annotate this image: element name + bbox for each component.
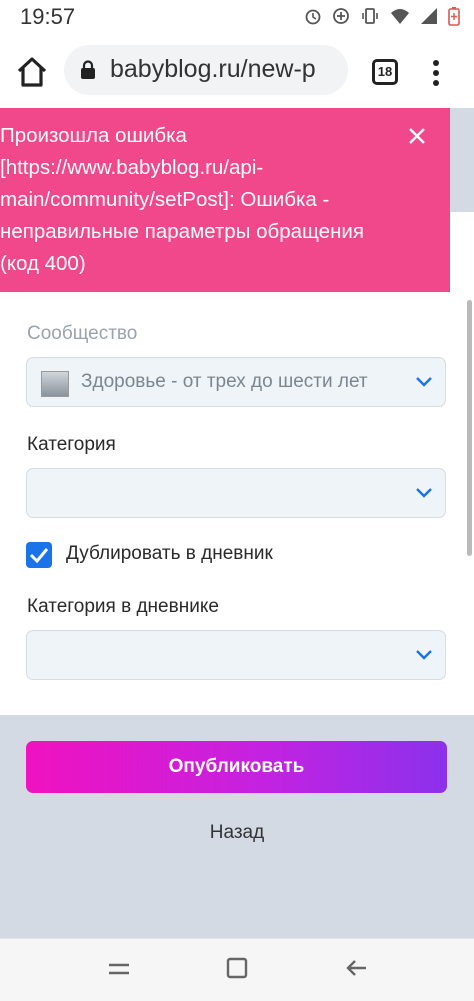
chevron-down-icon (416, 488, 432, 498)
diary-category-label: Категория в дневнике (27, 596, 219, 617)
home-icon (17, 57, 47, 87)
scrollbar-thumb[interactable] (467, 300, 472, 556)
publish-button[interactable]: Опубликовать (26, 741, 447, 793)
battery-icon (448, 7, 460, 26)
error-toast: Произошла ошибка [https://www.babyblog.r… (0, 108, 450, 292)
back-arrow-icon[interactable] (344, 957, 368, 979)
community-select[interactable]: Здоровье - от трех до шести лет (26, 357, 446, 407)
chevron-down-icon (416, 650, 432, 660)
status-time: 19:57 (20, 4, 76, 29)
status-bar: 19:57 (0, 0, 474, 36)
category-select[interactable] (26, 468, 446, 518)
status-icons (304, 6, 460, 26)
more-vert-icon (433, 60, 439, 86)
address-bar[interactable]: babyblog.ru/new-p (64, 45, 348, 95)
signal-icon (421, 8, 437, 24)
diary-category-select[interactable] (26, 630, 446, 680)
duplicate-label[interactable]: Дублировать в дневник (66, 543, 273, 565)
close-icon[interactable] (408, 127, 426, 145)
home-nav-icon[interactable] (226, 957, 248, 979)
category-label: Категория (27, 434, 116, 455)
error-message: Произошла ошибка [https://www.babyblog.r… (0, 124, 364, 275)
checkmark-icon (29, 548, 49, 564)
tab-switcher-button[interactable]: 18 (372, 59, 398, 85)
back-link[interactable]: Назад (0, 822, 474, 844)
vibrate-icon (362, 8, 378, 24)
chevron-down-icon (416, 377, 432, 387)
url-text: babyblog.ru/new-p (110, 55, 316, 83)
lock-icon (81, 60, 95, 79)
community-thumbnail (41, 371, 69, 397)
wifi-icon (391, 9, 409, 24)
duplicate-checkbox[interactable] (26, 542, 52, 568)
community-value: Здоровье - от трех до шести лет (81, 371, 368, 392)
browser-toolbar: babyblog.ru/new-p 18 (0, 36, 474, 108)
data-saver-icon (333, 8, 349, 24)
community-label: Сообщество (27, 323, 138, 344)
system-nav-bar (0, 938, 474, 1001)
home-button[interactable] (14, 54, 50, 90)
recents-icon[interactable] (106, 957, 132, 981)
browser-menu-button[interactable] (426, 58, 446, 88)
alarm-icon (305, 9, 321, 25)
